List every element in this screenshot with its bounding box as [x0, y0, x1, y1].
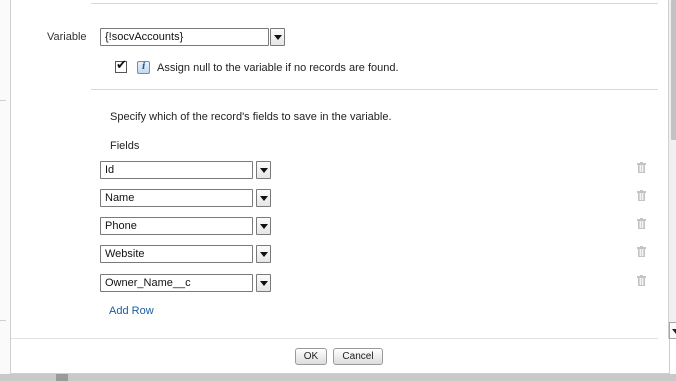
- footer-divider: [11, 338, 658, 339]
- chevron-down-icon: [260, 224, 268, 229]
- assign-null-checkbox[interactable]: ✔: [115, 58, 127, 73]
- field-select-dropdown-button[interactable]: [256, 274, 271, 292]
- chevron-down-icon: [274, 35, 282, 40]
- info-icon[interactable]: i: [137, 61, 150, 74]
- scrollbar-thumb[interactable]: [671, 0, 676, 140]
- field-select-value: Phone: [105, 220, 137, 232]
- variable-select-value: {!socvAccounts}: [105, 31, 184, 43]
- section-divider: [91, 3, 658, 4]
- field-select[interactable]: Website: [100, 245, 253, 263]
- scroll-down-button[interactable]: [669, 322, 676, 339]
- chevron-down-icon: [260, 252, 268, 257]
- assign-null-label: Assign null to the variable if no record…: [157, 62, 399, 74]
- variable-select-dropdown-button[interactable]: [270, 28, 285, 46]
- vertical-scrollbar[interactable]: [668, 0, 676, 339]
- record-lookup-dialog: Variable * {!socvAccounts} ✔ i Assign nu…: [10, 0, 676, 374]
- chevron-down-icon: [672, 329, 676, 334]
- field-select-value: Name: [105, 192, 135, 204]
- field-select-value: Id: [105, 164, 115, 176]
- field-select-dropdown-button[interactable]: [256, 245, 271, 263]
- trash-icon[interactable]: [637, 275, 646, 286]
- add-row-link[interactable]: Add Row: [109, 305, 154, 317]
- background-divider: [0, 100, 6, 101]
- trash-icon[interactable]: [637, 162, 646, 173]
- background-page-strip: [0, 0, 10, 381]
- dialog-bottom-edge: [0, 374, 676, 381]
- trash-icon[interactable]: [637, 246, 646, 257]
- resize-handle: [56, 374, 68, 381]
- variable-label: Variable: [47, 31, 87, 43]
- fields-instruction: Specify which of the record's fields to …: [110, 111, 392, 123]
- field-select[interactable]: Id: [100, 161, 253, 179]
- variable-select[interactable]: {!socvAccounts}: [100, 28, 269, 46]
- field-select[interactable]: Owner_Name__c: [100, 274, 253, 292]
- section-divider: [91, 89, 658, 90]
- chevron-down-icon: [260, 196, 268, 201]
- field-select-dropdown-button[interactable]: [256, 161, 271, 179]
- field-select-dropdown-button[interactable]: [256, 189, 271, 207]
- chevron-down-icon: [260, 281, 268, 286]
- ok-button[interactable]: OK: [295, 348, 327, 365]
- cancel-button[interactable]: Cancel: [333, 348, 383, 365]
- fields-heading: Fields: [110, 140, 140, 152]
- field-select[interactable]: Phone: [100, 217, 253, 235]
- field-select-value: Website: [105, 248, 145, 260]
- checkmark-icon: ✔: [116, 58, 127, 73]
- field-select[interactable]: Name: [100, 189, 253, 207]
- background-divider: [0, 320, 6, 321]
- trash-icon[interactable]: [637, 190, 646, 201]
- field-select-value: Owner_Name__c: [105, 277, 191, 289]
- info-icon-glyph: i: [142, 62, 146, 72]
- field-select-dropdown-button[interactable]: [256, 217, 271, 235]
- chevron-down-icon: [260, 168, 268, 173]
- trash-icon[interactable]: [637, 218, 646, 229]
